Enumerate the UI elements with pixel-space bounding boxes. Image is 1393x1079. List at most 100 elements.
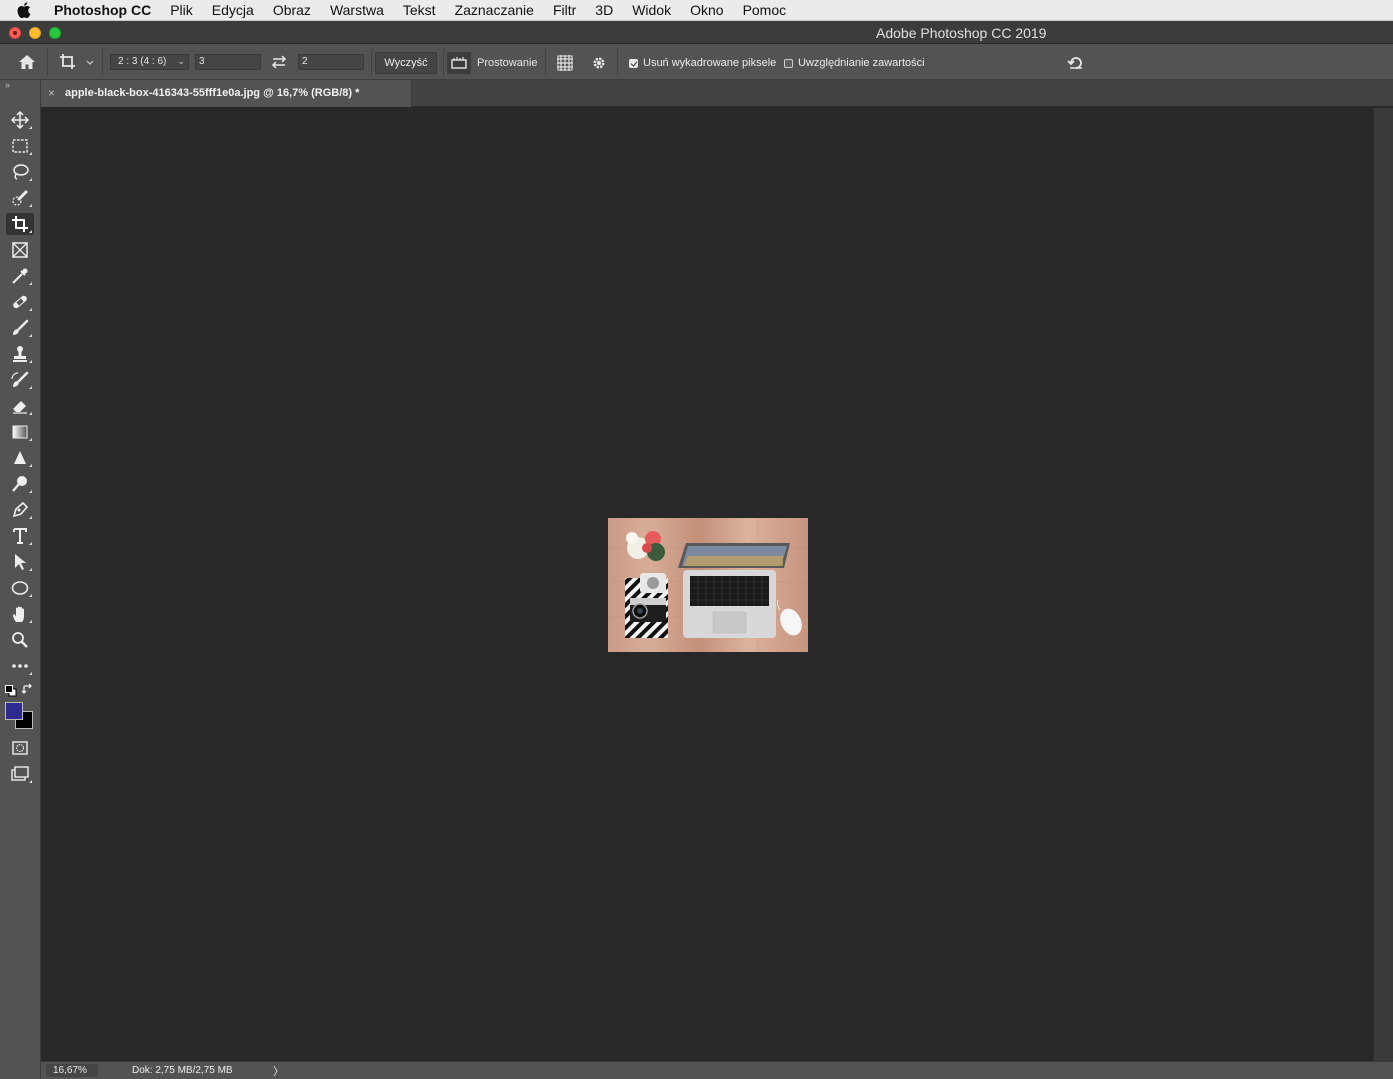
separator (102, 48, 103, 76)
status-menu-arrow[interactable]: 〉 (273, 1063, 284, 1079)
quick-mask-mode[interactable] (6, 737, 34, 759)
gradient-tool[interactable] (6, 421, 34, 443)
swap-colors-icon[interactable] (21, 683, 34, 696)
menu-3d[interactable]: 3D (595, 2, 613, 18)
tool-group-indicator (29, 516, 32, 519)
ratio-preset-value: 2 : 3 (4 : 6) (118, 56, 167, 67)
tool-group-indicator (29, 464, 32, 467)
history-brush-icon (11, 371, 29, 387)
menu-plik[interactable]: Plik (170, 2, 193, 18)
document-size-info[interactable]: Dok: 2,75 MB/2,75 MB (132, 1064, 233, 1077)
move-icon (10, 110, 30, 130)
menu-zaznaczanie[interactable]: Zaznaczanie (455, 2, 534, 18)
reset-icon[interactable] (1066, 53, 1086, 71)
clone-stamp-tool[interactable] (6, 343, 34, 365)
menu-pomoc[interactable]: Pomoc (743, 2, 787, 18)
tool-group-indicator (29, 412, 32, 415)
menu-widok[interactable]: Widok (632, 2, 671, 18)
default-colors-icon[interactable] (5, 684, 17, 697)
window-zoom-button[interactable] (49, 27, 61, 39)
canvas-area[interactable] (41, 108, 1373, 1061)
menu-edycja[interactable]: Edycja (212, 2, 254, 18)
ratio-preset-dropdown[interactable]: 2 : 3 (4 : 6) ⌄ (110, 54, 189, 70)
menu-okno[interactable]: Okno (690, 2, 723, 18)
lasso-tool[interactable] (6, 161, 34, 183)
lasso-icon (13, 164, 29, 180)
frame-tool[interactable] (6, 239, 34, 261)
content-aware-label: Uwzględnianie zawartości (798, 57, 925, 69)
grid-overlay-icon[interactable] (555, 53, 575, 73)
frame-icon (12, 242, 28, 258)
edit-toolbar[interactable] (6, 655, 34, 677)
document-tab-title: apple-black-box-416343-55fff1e0a.jpg @ 1… (65, 87, 360, 99)
zoom-level-field[interactable]: 16,67% (46, 1064, 98, 1077)
ellipse-tool[interactable] (6, 577, 34, 599)
zoom-tool[interactable] (6, 629, 34, 651)
tool-group-indicator (29, 230, 32, 233)
quick-selection-tool[interactable] (6, 187, 34, 209)
eyedropper-tool[interactable] (6, 265, 34, 287)
tool-group-indicator (29, 568, 32, 571)
menu-warstwa[interactable]: Warstwa (330, 2, 384, 18)
tool-group-indicator (29, 542, 32, 545)
blur-tool[interactable] (6, 447, 34, 469)
clear-button[interactable]: Wyczyść (375, 52, 437, 74)
window-title-bar: Adobe Photoshop CC 2019 (0, 21, 1393, 44)
separator (371, 48, 372, 76)
dodge-tool[interactable] (6, 473, 34, 495)
gear-icon[interactable] (590, 54, 608, 72)
pen-tool[interactable] (6, 499, 34, 521)
app-menu[interactable]: Photoshop CC (54, 2, 151, 18)
foreground-color-swatch[interactable] (5, 702, 23, 720)
eyedropper-icon (12, 268, 28, 284)
dodge-icon (12, 476, 27, 492)
quick-selection-icon (12, 190, 28, 206)
ellipse-icon (11, 581, 29, 595)
crop-width-input[interactable]: 3 (195, 54, 261, 70)
type-tool[interactable] (6, 525, 34, 547)
tool-group-indicator (29, 334, 32, 337)
swap-dimensions-icon[interactable] (270, 54, 288, 70)
move-tool[interactable] (6, 109, 34, 131)
marquee-tool[interactable] (6, 135, 34, 157)
window-close-button[interactable] (9, 27, 21, 39)
menu-tekst[interactable]: Tekst (403, 2, 436, 18)
straighten-icon[interactable] (447, 52, 471, 74)
menu-obraz[interactable]: Obraz (273, 2, 311, 18)
photo-image (608, 518, 808, 652)
delete-cropped-pixels-checkbox[interactable] (629, 59, 638, 68)
close-tab-icon[interactable]: × (48, 86, 55, 100)
apple-menu-icon[interactable] (17, 2, 41, 18)
hand-tool[interactable] (6, 603, 34, 625)
crop-tool-preset-picker[interactable] (58, 52, 96, 72)
menu-filtr[interactable]: Filtr (553, 2, 576, 18)
tools-panel: ›› (0, 80, 41, 1079)
home-icon[interactable] (17, 53, 39, 71)
document-tab[interactable]: × apple-black-box-416343-55fff1e0a.jpg @… (41, 80, 412, 107)
crop-tool[interactable] (6, 213, 34, 235)
tool-group-indicator (29, 152, 32, 155)
collapse-panel-icon[interactable]: ›› (5, 80, 10, 90)
healing-brush-tool[interactable] (6, 291, 34, 313)
tool-group-indicator (29, 780, 32, 783)
hand-icon (13, 606, 24, 622)
quick-mask-icon (12, 741, 28, 755)
window-minimize-button[interactable] (29, 27, 41, 39)
type-icon (13, 528, 27, 544)
history-brush-tool[interactable] (6, 369, 34, 391)
tool-group-indicator (29, 490, 32, 493)
path-selection-tool[interactable] (6, 551, 34, 573)
straighten-label[interactable]: Prostowanie (477, 57, 538, 69)
tool-group-indicator (29, 620, 32, 623)
separator (443, 48, 444, 76)
content-aware-checkbox[interactable] (784, 59, 793, 68)
separator (617, 48, 618, 76)
stamp-icon (13, 346, 27, 362)
brush-icon (13, 319, 29, 335)
tool-group-indicator (29, 308, 32, 311)
crop-height-input[interactable]: 2 (298, 54, 364, 70)
eraser-tool[interactable] (6, 395, 34, 417)
brush-tool[interactable] (6, 317, 34, 339)
screen-mode[interactable] (6, 763, 34, 785)
blur-icon (14, 451, 26, 464)
